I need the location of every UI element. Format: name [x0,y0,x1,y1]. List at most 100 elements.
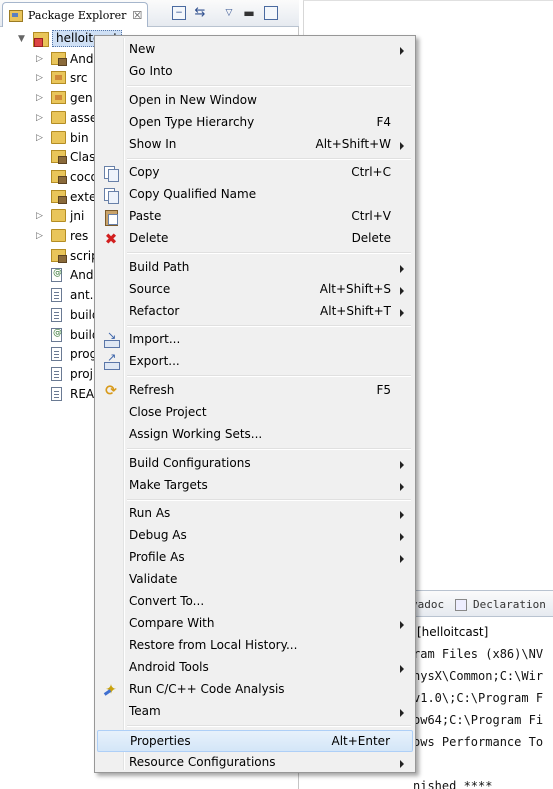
file-icon [51,288,62,303]
package-explorer-icon [9,9,23,22]
menu-item-label: Copy Qualified Name [129,187,257,202]
menu-item-paste[interactable]: Paste Ctrl+V [97,206,413,228]
menu-item-label: Paste [129,209,162,224]
folder-icon [51,229,66,242]
console-line: ow64;C:\Program Fi [413,713,544,727]
menu-item-android-tools[interactable]: Android Tools [97,657,413,679]
menu-item-make-targets[interactable]: Make Targets [97,475,413,497]
view-menu-icon[interactable]: ▽ [222,6,236,20]
menu-item-label: Android Tools [129,660,209,675]
submenu-arrow-icon [400,709,404,718]
menu-item-build-configurations[interactable]: Build Configurations [97,453,413,475]
console-title: [helloitcast] [417,625,489,639]
source-folder-icon [51,71,66,85]
tree-item-label: proj [70,366,93,381]
menu-item-shortcut: Alt+Shift+T [320,303,391,318]
menu-item-label: Make Targets [129,477,208,492]
console-line: v1.0\;C:\Program F [413,691,544,705]
tab-package-explorer[interactable]: Package Explorer ☒ [2,2,148,27]
menu-item-label: Debug As [129,528,187,543]
submenu-arrow-icon [400,621,404,630]
menu-item-go-into[interactable]: Go Into [97,61,413,83]
menu-item-profile-as[interactable]: Profile As [97,547,413,569]
menu-item-run-c-c-code-analysis[interactable]: ✦ Run C/C++ Code Analysis [97,679,413,701]
close-icon[interactable]: ☒ [132,9,142,22]
console-line: hysX\Common;C:\Wir [413,669,544,683]
menu-item-run-as[interactable]: Run As [97,503,413,525]
menu-item-shortcut: F4 [376,114,391,129]
menu-item-shortcut: Ctrl+C [351,165,391,180]
menu-item-label: Copy [129,165,160,180]
menu-item-convert-to[interactable]: Convert To... [97,591,413,613]
expand-arrow-icon[interactable]: ▷ [36,93,46,103]
submenu-arrow-icon [400,759,404,768]
menu-item-debug-as[interactable]: Debug As [97,525,413,547]
code-analysis-icon: ✦ [103,682,119,698]
menu-item-label: New [129,42,156,56]
menu-item-properties[interactable]: Properties Alt+Enter [97,729,413,752]
menu-item-new[interactable]: New [97,39,413,61]
console-line: nished **** [413,779,493,789]
menu-item-close-project[interactable]: Close Project [97,402,413,424]
file-icon [51,366,62,381]
android-library-icon [51,51,67,66]
menu-separator [127,498,411,501]
menu-item-refactor[interactable]: Refactor Alt+Shift+T [97,301,413,323]
menu-item-copy[interactable]: Copy Ctrl+C [97,162,413,184]
menu-item-validate[interactable]: Validate [97,569,413,591]
minimize-icon[interactable]: ▬ [242,6,256,20]
menu-separator [127,85,411,87]
menu-item-restore-from-local-history[interactable]: Restore from Local History... [97,635,413,657]
folder-icon [51,110,66,124]
maximize-icon[interactable] [264,6,278,20]
expand-arrow-icon[interactable]: ▷ [36,113,46,123]
menu-item-delete[interactable]: ✖ Delete Delete [97,228,413,250]
menu-item-refresh[interactable]: ⟳ Refresh F5 [97,380,413,402]
tab-declaration[interactable]: Declaration [473,598,546,611]
expand-arrow-icon[interactable]: ▷ [36,231,46,241]
menu-item-open-in-new-window[interactable]: Open in New Window [97,90,413,112]
link-with-editor-icon[interactable]: ⇆ [193,6,207,20]
menu-item-team[interactable]: Team [97,701,413,723]
submenu-arrow-icon [400,286,404,295]
menu-item-resource-configurations[interactable]: Resource Configurations [97,752,413,774]
menu-item-label: Open Type Hierarchy [129,114,255,129]
expand-arrow-icon[interactable]: ▷ [36,133,46,143]
menu-item-source[interactable]: Source Alt+Shift+S [97,279,413,301]
project-icon [33,32,49,47]
menu-separator [127,448,411,450]
console-line: ram Files (x86)\NV [413,647,544,661]
menu-item-label: Validate [129,572,178,587]
tab-title: Package Explorer [28,8,127,22]
collapse-all-icon[interactable]: − [172,6,186,20]
menu-item-compare-with[interactable]: Compare With [97,613,413,635]
menu-item-label: Source [129,281,171,296]
xml-file-icon [51,327,62,342]
paste-icon [103,209,119,227]
import-icon [103,329,120,349]
menu-item-copy-qualified-name[interactable]: Copy Qualified Name [97,184,413,206]
menu-item-show-in[interactable]: Show In Alt+Shift+W [97,134,413,156]
menu-item-shortcut: Alt+Enter [331,733,390,748]
expand-arrow-icon[interactable]: ▷ [36,73,46,83]
menu-item-label: Show In [129,136,177,151]
expand-arrow-icon[interactable]: ▷ [36,54,46,64]
menu-item-open-type-hierarchy[interactable]: Open Type Hierarchy F4 [97,112,413,134]
package-folder-icon [51,248,67,263]
tree-item-label: And [70,268,94,283]
tree-item-label: src [70,71,88,86]
expand-arrow-icon[interactable]: ▷ [36,211,46,221]
tree-item-label: res [70,229,89,243]
menu-item-shortcut: Alt+Shift+W [315,136,392,151]
console-line: ows Performance To [413,735,544,749]
menu-item-label: Convert To... [129,594,205,609]
menu-item-import[interactable]: Import... [97,329,413,351]
expand-arrow-open-icon[interactable]: ▼ [18,34,28,44]
menu-item-label: Import... [129,332,181,347]
submenu-arrow-icon [400,533,404,542]
file-icon [51,307,62,322]
menu-item-build-path[interactable]: Build Path [97,257,413,279]
menu-item-assign-working-sets[interactable]: Assign Working Sets... [97,424,413,446]
menu-separator [127,725,411,728]
menu-item-export[interactable]: Export... [97,351,413,373]
